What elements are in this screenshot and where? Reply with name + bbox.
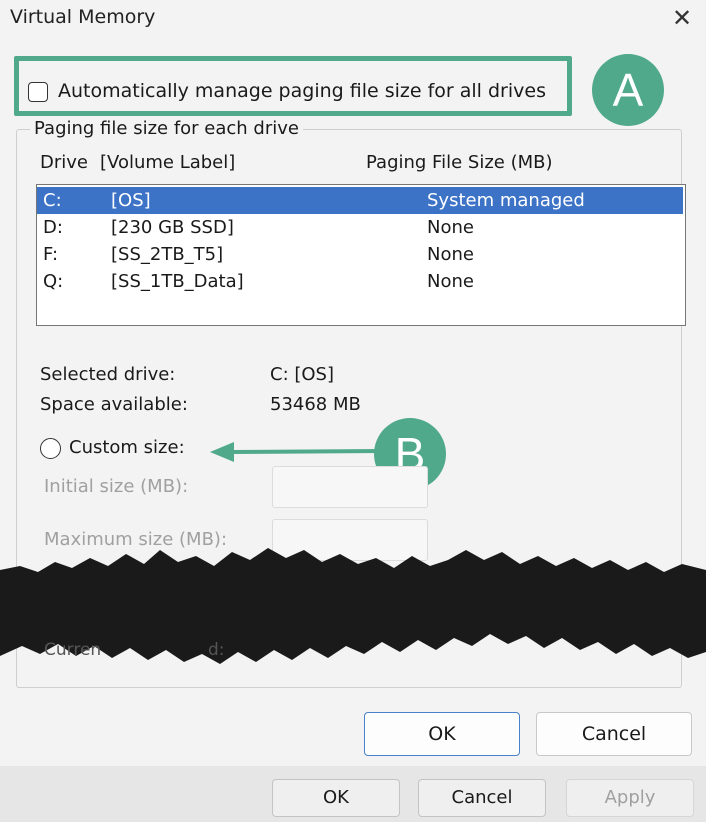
auto-manage-checkbox[interactable] (28, 82, 48, 102)
current-allocated-label-right: d: (208, 640, 225, 660)
selected-drive-value: C: [OS] (270, 364, 334, 385)
annotation-arrow-icon (210, 442, 385, 462)
column-header-paging-size: Paging File Size (MB) (366, 152, 553, 173)
redaction-tear-band (0, 548, 706, 664)
paging-size: None (427, 271, 474, 292)
space-available-value: 53468 MB (270, 394, 361, 415)
parent-cancel-button[interactable]: Cancel (418, 779, 546, 817)
auto-manage-label[interactable]: Automatically manage paging file size fo… (58, 80, 546, 102)
drive-letter: Q: (43, 271, 64, 292)
drive-row-f[interactable]: F: [SS_2TB_T5] None (37, 241, 683, 268)
paging-size: None (427, 217, 474, 238)
initial-size-input[interactable] (272, 466, 428, 508)
parent-ok-button[interactable]: OK (272, 779, 400, 817)
parent-apply-button[interactable]: Apply (566, 779, 694, 817)
window-title: Virtual Memory (10, 6, 156, 28)
drive-letter: C: (43, 190, 62, 211)
cancel-button[interactable]: Cancel (536, 712, 692, 756)
space-available-label: Space available: (40, 394, 188, 415)
paging-size: None (427, 244, 474, 265)
drive-row-d[interactable]: D: [230 GB SSD] None (37, 214, 683, 241)
volume-label: [OS] (111, 190, 151, 211)
column-header-volume-label: [Volume Label] (100, 152, 236, 173)
custom-size-radio[interactable] (40, 438, 61, 459)
close-icon[interactable]: ✕ (668, 4, 696, 32)
paging-size: System managed (427, 190, 585, 211)
current-allocated-label-left: Curren (44, 640, 102, 660)
drive-list[interactable]: C: [OS] System managed D: [230 GB SSD] N… (36, 184, 686, 326)
ok-button[interactable]: OK (364, 712, 520, 756)
selected-drive-label: Selected drive: (40, 364, 176, 385)
volume-label: [SS_1TB_Data] (111, 271, 244, 292)
drive-row-c[interactable]: C: [OS] System managed (37, 187, 683, 214)
groupbox-legend: Paging file size for each drive (30, 118, 303, 139)
volume-label: [230 GB SSD] (111, 217, 234, 238)
drive-letter: F: (43, 244, 59, 265)
custom-size-label[interactable]: Custom size: (69, 437, 185, 458)
initial-size-label: Initial size (MB): (44, 476, 189, 497)
annotation-badge-a: A (592, 54, 664, 126)
drive-letter: D: (43, 217, 63, 238)
drive-row-q[interactable]: Q: [SS_1TB_Data] None (37, 268, 683, 295)
volume-label: [SS_2TB_T5] (111, 244, 224, 265)
column-header-drive: Drive (40, 152, 88, 173)
